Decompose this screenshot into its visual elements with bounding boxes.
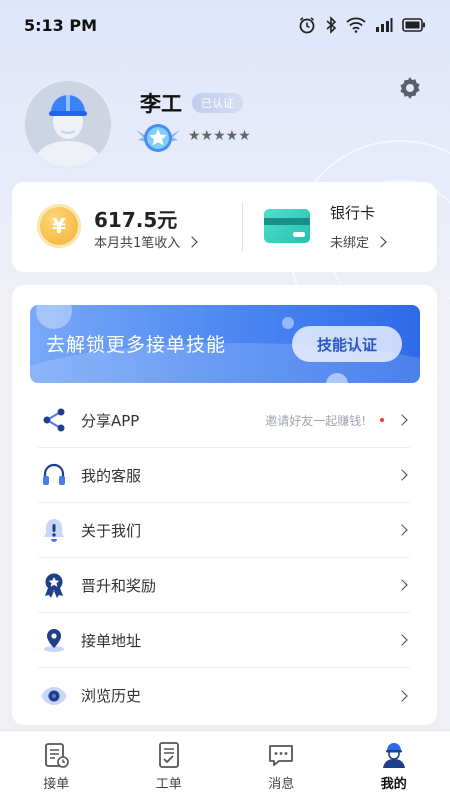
menu-list: 分享APP 邀请好友一起赚钱! 我的客服 关于我们 晋升和奖励 接单地址 浏览历… (38, 393, 410, 723)
chevron-right-icon (396, 469, 408, 481)
chevron-right-icon (396, 634, 408, 646)
chevron-right-icon (186, 236, 198, 248)
menu-label-share-app: 分享APP (81, 411, 140, 430)
tab-label-messages: 消息 (268, 777, 295, 792)
chevron-right-icon (396, 524, 408, 536)
menu-item-browse-history[interactable]: 浏览历史 (38, 668, 410, 723)
menu-label-promotion-rewards: 晋升和奖励 (81, 576, 157, 595)
battery-icon (402, 18, 425, 32)
order-list-icon (45, 743, 70, 768)
wallet-card: ¥ 617.5元 本月共1笔收入 银行卡 未绑定 (12, 182, 437, 272)
bluetooth-icon (326, 16, 337, 34)
menu-label-about-us: 关于我们 (81, 521, 142, 540)
bank-card-bind-link[interactable]: 未绑定 (330, 232, 387, 251)
income-detail-link[interactable]: 本月共1笔收入 (94, 232, 198, 251)
tab-mine[interactable]: 我的 (338, 731, 450, 800)
menu-item-order-address[interactable]: 接单地址 (38, 613, 410, 668)
verified-badge: 已认证 (192, 93, 243, 113)
location-pin-icon (40, 626, 68, 654)
status-time: 5:13 PM (24, 15, 98, 35)
notification-dot (380, 418, 384, 422)
invite-hint: 邀请好友一起赚钱! (265, 413, 366, 428)
bank-card-icon (264, 209, 310, 243)
menu-item-share-app[interactable]: 分享APP 邀请好友一起赚钱! (38, 393, 410, 448)
share-icon (40, 406, 68, 434)
gear-icon[interactable] (396, 74, 424, 102)
divider (242, 202, 243, 252)
message-icon (269, 745, 294, 766)
chevron-right-icon (375, 236, 387, 248)
status-bar: 5:13 PM (0, 0, 450, 50)
tab-orders[interactable]: 接单 (0, 731, 113, 800)
income-amount: 617.5元 (94, 208, 178, 232)
menu-label-customer-service: 我的客服 (81, 466, 142, 485)
tab-label-mine: 我的 (380, 777, 407, 792)
menu-card: 去解锁更多接单技能 技能认证 分享APP 邀请好友一起赚钱! 我的客服 关于我们 (12, 285, 437, 725)
work-order-icon (158, 742, 179, 768)
banner-text: 去解锁更多接单技能 (46, 334, 227, 356)
info-bell-icon (40, 516, 68, 544)
level-badge-icon (136, 124, 180, 152)
worker-profile-icon (382, 743, 405, 768)
status-icons (298, 16, 426, 34)
headset-icon (40, 461, 68, 489)
bank-card-title: 银行卡 (330, 204, 376, 222)
skill-certification-button[interactable]: 技能认证 (292, 326, 402, 362)
chevron-right-icon (396, 414, 408, 426)
income-sub-label: 本月共1笔收入 (94, 236, 181, 251)
tab-label-work-orders: 工单 (155, 777, 182, 792)
medal-icon (40, 571, 68, 599)
user-name: 李工 (140, 92, 182, 116)
menu-label-order-address: 接单地址 (81, 631, 142, 650)
worker-avatar-icon (25, 81, 111, 167)
alarm-icon (299, 17, 315, 34)
chevron-right-icon (396, 579, 408, 591)
avatar[interactable] (22, 78, 114, 170)
eye-icon (40, 682, 68, 710)
profile-section: 李工 已认证 ★★★★★ (22, 77, 432, 170)
rating-stars: ★★★★★ (188, 128, 251, 144)
skill-banner[interactable]: 去解锁更多接单技能 技能认证 (30, 305, 420, 383)
bottom-tab-bar: 接单 工单 消息 我的 (0, 730, 450, 800)
menu-item-customer-service[interactable]: 我的客服 (38, 448, 410, 503)
chevron-right-icon (396, 689, 408, 702)
bank-status-label: 未绑定 (330, 236, 370, 251)
tab-label-orders: 接单 (43, 777, 70, 792)
wifi-icon (346, 17, 366, 33)
tab-work-orders[interactable]: 工单 (113, 731, 226, 800)
menu-item-about-us[interactable]: 关于我们 (38, 503, 410, 558)
yen-coin-icon: ¥ (37, 204, 81, 248)
menu-label-browse-history: 浏览历史 (81, 687, 142, 705)
menu-item-promotion-rewards[interactable]: 晋升和奖励 (38, 558, 410, 613)
signal-icon (376, 18, 393, 32)
tab-messages[interactable]: 消息 (225, 731, 338, 800)
